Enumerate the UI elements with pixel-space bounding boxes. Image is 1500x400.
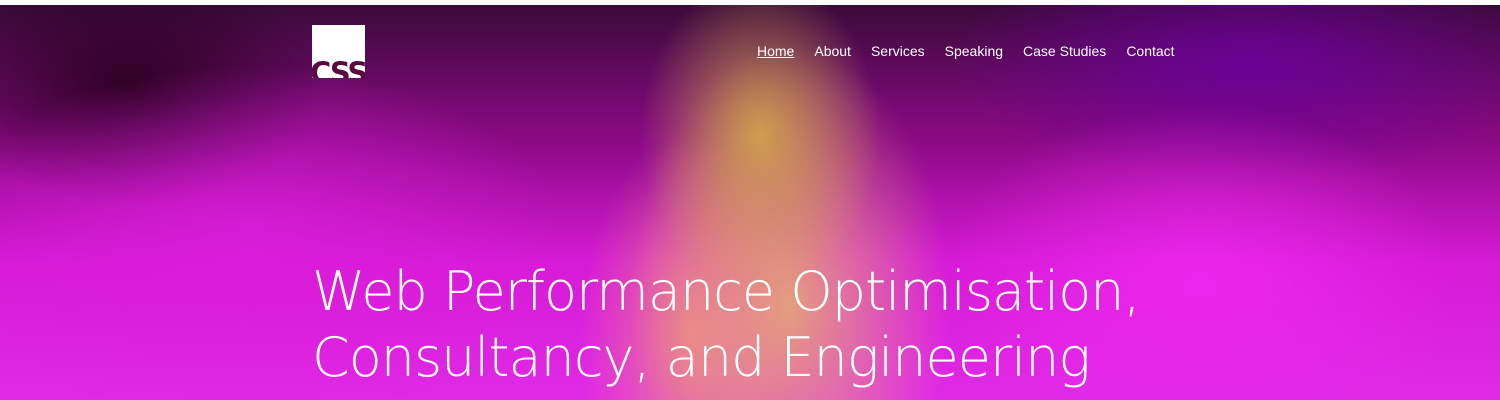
nav-item-speaking[interactable]: Speaking [945, 43, 1003, 59]
hero-banner: CSS Home About Services Speaking Case St… [0, 5, 1500, 400]
nav-item-home[interactable]: Home [757, 43, 794, 59]
hero-headline-line-2: Consultancy, and Engineering [312, 326, 1091, 389]
nav-item-about[interactable]: About [814, 43, 851, 59]
hero-headline-line-1: Web Performance Optimisation, [312, 260, 1141, 323]
nav-item-services[interactable]: Services [871, 43, 925, 59]
site-logo[interactable]: CSS [312, 25, 365, 78]
main-nav: Home About Services Speaking Case Studie… [757, 43, 1175, 59]
nav-item-case-studies[interactable]: Case Studies [1023, 43, 1106, 59]
hero-headline: Web Performance Optimisation, Consultanc… [312, 259, 1141, 391]
logo-text: CSS [312, 56, 365, 79]
nav-item-contact[interactable]: Contact [1126, 43, 1174, 59]
